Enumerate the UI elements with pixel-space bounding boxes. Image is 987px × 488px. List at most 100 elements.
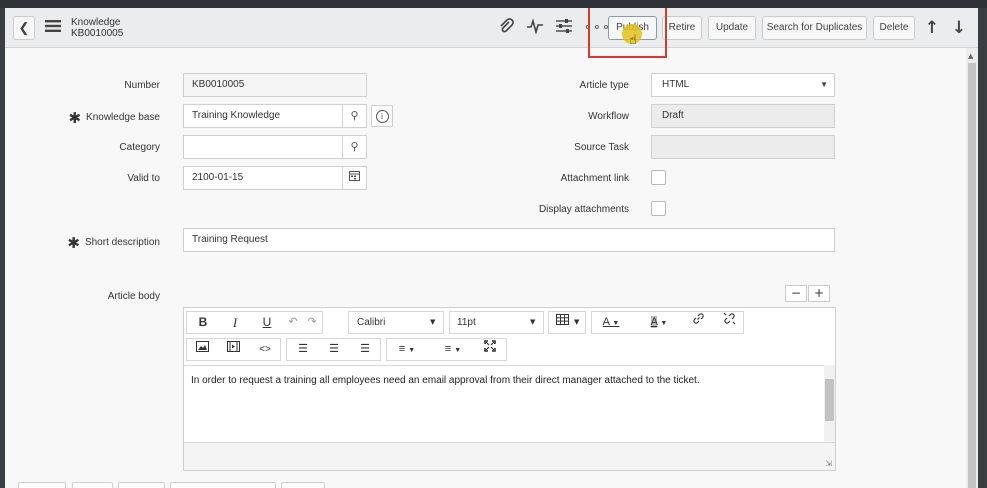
align-left-icon[interactable]: ☰	[291, 339, 315, 360]
page-scrollbar[interactable]: ▲	[966, 48, 978, 488]
editor-toolbar-row-2: <> ☰ ☰ ☰ ≡ ▼ ≡ ▼	[184, 336, 835, 363]
short-description-label-text: Short description	[84, 237, 160, 248]
italic-button[interactable]: I	[221, 312, 249, 333]
calendar-icon	[349, 171, 360, 184]
arrow-up-icon[interactable]: ↑	[923, 18, 941, 38]
media-icon[interactable]	[222, 339, 244, 360]
bold-button[interactable]: B	[189, 312, 217, 333]
bottom-button-2[interactable]	[72, 482, 113, 488]
list-group: ≡ ▼ ≡ ▼	[386, 338, 507, 361]
table-icon	[553, 312, 571, 333]
bottom-button-4[interactable]	[170, 482, 276, 488]
font-size-dropdown[interactable]: 11pt ▼	[449, 311, 544, 334]
chevron-down-icon: ▼	[820, 80, 828, 89]
short-description-field[interactable]: Training Request	[183, 228, 835, 252]
chevron-down-icon: ▼	[530, 318, 536, 326]
resize-handle-icon[interactable]: ⇲	[825, 459, 832, 468]
info-icon: i	[375, 110, 389, 123]
scroll-up-icon[interactable]: ▲	[968, 52, 973, 60]
delete-button-label: Delete	[879, 22, 909, 33]
window-top-strip	[0, 0, 987, 8]
display-attachments-label: Display attachments	[538, 204, 629, 215]
short-description-label: ✱ Short description	[45, 234, 160, 252]
number-field[interactable]: KB0010005	[183, 73, 367, 97]
source-task-label: Source Task	[574, 142, 629, 153]
editor-scrollbar[interactable]	[824, 365, 835, 442]
retire-button[interactable]: Retire	[662, 16, 702, 40]
font-family-value: Calibri	[357, 317, 386, 328]
editor-scrollbar-thumb[interactable]	[825, 379, 834, 421]
arrow-down-icon[interactable]: ↓	[950, 18, 968, 38]
record-title-table: Knowledge	[71, 17, 121, 28]
text-color-icon[interactable]: A ▼	[596, 312, 626, 333]
color-group: A ▼ A ▼	[591, 311, 744, 334]
align-right-icon[interactable]: ☰	[353, 339, 377, 360]
workflow-value: Draft	[662, 110, 684, 121]
valid-to-field[interactable]: 2100-01-15	[183, 166, 343, 190]
settings-sliders-icon[interactable]	[554, 18, 574, 39]
fullscreen-icon[interactable]	[479, 339, 501, 360]
attachment-link-label: Attachment link	[560, 173, 629, 184]
search-icon: ⚲	[350, 109, 359, 122]
category-lookup-button[interactable]: ⚲	[342, 135, 367, 159]
valid-to-label: Valid to	[127, 173, 160, 184]
align-center-icon[interactable]: ☰	[322, 339, 346, 360]
retire-button-label: Retire	[668, 22, 696, 33]
required-icon: ✱	[68, 110, 82, 127]
delete-button[interactable]: Delete	[873, 16, 915, 40]
form-container: ❮ Knowledge KB0010005 ⚬⚬⚬ Publish Retire…	[5, 8, 978, 488]
required-icon: ✱	[67, 235, 80, 252]
back-icon: ❮	[18, 20, 30, 35]
search-for-duplicates-button-label: Search for Duplicates	[766, 22, 863, 33]
knowledge-base-field[interactable]: Training Knowledge	[183, 104, 343, 128]
undo-icon[interactable]: ↶	[284, 312, 302, 333]
back-button[interactable]: ❮	[13, 16, 35, 40]
form-header: ❮ Knowledge KB0010005 ⚬⚬⚬ Publish Retire…	[5, 8, 978, 58]
background-color-icon[interactable]: A ▼	[644, 312, 674, 333]
activity-icon[interactable]	[525, 18, 545, 39]
menu-icon[interactable]	[43, 18, 63, 38]
article-body-editor: B I U ↶ ↷ Calibri ▼ 11pt ▼ ▼ A ▼ A ▼ <> …	[183, 307, 836, 471]
bullet-list-icon[interactable]: ≡ ▼	[391, 339, 423, 360]
font-family-dropdown[interactable]: Calibri ▼	[348, 311, 444, 334]
bottom-button-5[interactable]	[281, 482, 325, 488]
redo-icon[interactable]: ↷	[303, 312, 321, 333]
workflow-label: Workflow	[588, 111, 629, 122]
plus-icon: +	[813, 286, 825, 300]
bottom-button-1[interactable]	[18, 482, 66, 488]
source-task-field	[651, 135, 835, 159]
highlight-annotation	[588, 8, 667, 58]
category-field[interactable]	[183, 135, 343, 159]
editor-content-area[interactable]: In order to request a training all emplo…	[184, 365, 835, 442]
code-view-button[interactable]: <>	[253, 339, 277, 360]
chevron-down-icon: ▼	[574, 318, 580, 326]
insert-group: <>	[186, 338, 281, 361]
editor-shrink-button[interactable]: −	[785, 285, 807, 302]
image-icon[interactable]	[191, 339, 213, 360]
chevron-down-icon: ▼	[430, 318, 436, 326]
knowledge-base-label-text: Knowledge base	[86, 112, 160, 123]
display-attachments-checkbox[interactable]	[651, 201, 666, 216]
calendar-button[interactable]	[342, 166, 367, 190]
page-scrollbar-thumb[interactable]	[968, 63, 976, 488]
category-label: Category	[119, 142, 160, 153]
bottom-button-3[interactable]	[118, 482, 165, 488]
article-type-label: Article type	[579, 80, 629, 91]
underline-button[interactable]: U	[253, 312, 281, 333]
editor-expand-button[interactable]: +	[808, 285, 830, 302]
article-body-label: Article body	[107, 291, 160, 302]
kb-info-button[interactable]: i	[371, 105, 393, 127]
unlink-icon[interactable]	[718, 312, 740, 333]
attachment-link-checkbox[interactable]	[651, 170, 666, 185]
update-button[interactable]: Update	[708, 16, 756, 40]
link-icon[interactable]	[687, 312, 709, 333]
article-type-select[interactable]: HTML ▼	[651, 73, 835, 97]
kb-lookup-button[interactable]: ⚲	[342, 104, 367, 128]
alignment-group: ☰ ☰ ☰	[286, 338, 381, 361]
paperclip-icon[interactable]	[497, 18, 515, 39]
numbered-list-icon[interactable]: ≡ ▼	[437, 339, 469, 360]
knowledge-base-label: ✱ Knowledge base	[45, 109, 160, 127]
editor-status-bar: ⇲	[184, 442, 835, 470]
search-for-duplicates-button[interactable]: Search for Duplicates	[762, 16, 867, 40]
table-dropdown[interactable]: ▼	[548, 311, 586, 334]
